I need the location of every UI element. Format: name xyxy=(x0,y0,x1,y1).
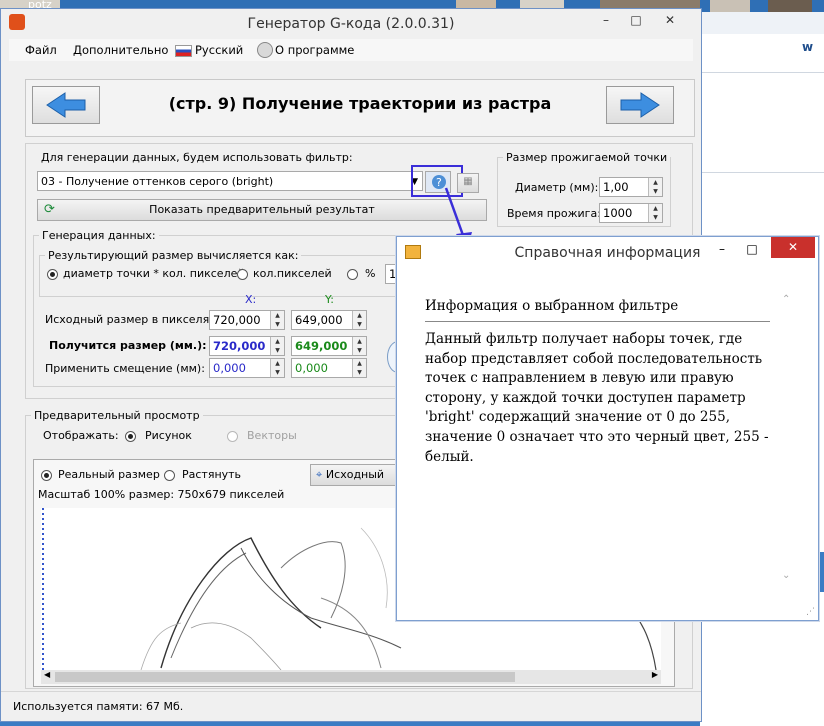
offset-x-field[interactable]: 0,000 ▲ ▼ xyxy=(209,358,285,378)
offset-x-value: 0,000 xyxy=(213,361,246,375)
divider xyxy=(425,321,770,322)
result-x-field[interactable]: 720,000 ▲ ▼ xyxy=(209,336,285,356)
source-button[interactable]: ⌖ Исходный xyxy=(310,464,400,486)
radio-point-diameter[interactable] xyxy=(47,269,58,280)
dialog-close-button[interactable]: ✕ xyxy=(771,237,815,258)
help-dialog: Справочная информация – □ ✕ Информация о… xyxy=(396,236,819,621)
filter-select-value: 03 - Получение оттенков серого (bright) xyxy=(41,175,274,188)
radio-stretch-label: Растянуть xyxy=(182,468,242,481)
back-button[interactable] xyxy=(32,86,100,124)
status-bar: Используется памяти: 67 Мб. xyxy=(1,691,701,720)
resize-grip-icon[interactable]: ⋰ xyxy=(806,607,815,617)
burn-time-stepper[interactable]: ▲ ▼ xyxy=(648,204,662,222)
source-size-label: Исходный размер в пикселях: xyxy=(45,313,220,326)
menu-file[interactable]: Файл xyxy=(25,43,57,57)
desktop-tile xyxy=(710,0,750,12)
memory-status: Используется памяти: 67 Мб. xyxy=(13,700,184,713)
dialog-title-bar: Справочная информация – □ ✕ xyxy=(397,237,818,267)
radio-vectors xyxy=(227,431,238,442)
diameter-label: Диаметр (мм): xyxy=(515,181,599,194)
scroll-down-icon[interactable]: ⌄ xyxy=(782,570,790,581)
diameter-stepper[interactable]: ▲ ▼ xyxy=(648,178,662,196)
dialog-maximize-button[interactable]: □ xyxy=(739,239,765,259)
scale-text: Масштаб 100% размер: 750x679 пикселей xyxy=(38,488,285,501)
horizontal-scrollbar[interactable]: ◀ ▶ xyxy=(41,670,661,684)
burn-time-field[interactable]: 1000 ▲ ▼ xyxy=(599,203,663,223)
radio-percent[interactable] xyxy=(347,269,358,280)
dialog-body-text: Данный фильтр получает наборы точек, где… xyxy=(425,331,769,465)
source-x-stepper: ▲ ▼ xyxy=(270,311,284,329)
radio-stretch[interactable] xyxy=(164,470,175,481)
title-bar: Генератор G-кода (2.0.0.31) – □ ✕ xyxy=(1,9,701,39)
close-button[interactable]: ✕ xyxy=(657,11,683,29)
preview-label: Предварительный просмотр xyxy=(31,409,203,422)
menu-language[interactable]: Русский xyxy=(195,43,243,57)
menu-extra[interactable]: Дополнительно xyxy=(73,43,168,57)
result-size-label: Результирующий размер вычисляется как: xyxy=(45,249,302,262)
fit-icon: ⌖ xyxy=(316,468,323,481)
result-x-value: 720,000 xyxy=(213,339,266,353)
result-mm-label: Получится размер (мм.): xyxy=(49,339,207,352)
radio-pixels-label: кол.пикселей xyxy=(253,267,332,280)
source-y-stepper: ▲ ▼ xyxy=(352,311,366,329)
about-icon xyxy=(257,42,273,58)
radio-vectors-label: Векторы xyxy=(247,429,297,442)
scroll-up-icon[interactable]: ⌃ xyxy=(782,294,790,305)
y-header: Y: xyxy=(325,293,334,306)
offset-y-field[interactable]: 0,000 ▲ ▼ xyxy=(291,358,367,378)
result-x-stepper[interactable]: ▲ ▼ xyxy=(270,337,284,355)
page-title: (стр. 9) Получение траектории из растра xyxy=(168,94,552,113)
forward-button[interactable] xyxy=(606,86,674,124)
refresh-icon: ⟳ xyxy=(44,202,55,217)
diameter-value: 1,00 xyxy=(603,180,629,194)
radio-point-diameter-label: диаметр точки * кол. пикселей xyxy=(63,267,245,280)
source-y-value: 649,000 xyxy=(295,313,343,327)
arrow-right-icon xyxy=(620,92,660,118)
result-y-value: 649,000 xyxy=(295,339,348,353)
radio-picture[interactable] xyxy=(125,431,136,442)
offset-y-value: 0,000 xyxy=(295,361,328,375)
scrollbar-thumb[interactable] xyxy=(55,672,515,682)
minimize-button[interactable]: – xyxy=(593,11,619,29)
radio-picture-label: Рисунок xyxy=(145,429,192,442)
source-x-field: 720,000 ▲ ▼ xyxy=(209,310,285,330)
radio-real-size-label: Реальный размер xyxy=(58,468,160,481)
background-text: w xyxy=(802,40,814,54)
radio-real-size[interactable] xyxy=(41,470,52,481)
result-y-stepper[interactable]: ▲ ▼ xyxy=(352,337,366,355)
source-button-label: Исходный xyxy=(325,468,385,481)
radio-percent-label: % xyxy=(365,267,376,280)
dialog-minimize-button[interactable]: – xyxy=(709,239,735,259)
dialog-scrollbar[interactable]: ⌃ ⌄ xyxy=(779,280,796,605)
scroll-right-icon[interactable]: ▶ xyxy=(652,670,658,679)
burn-time-label: Время прожига: xyxy=(507,207,601,220)
dialog-content: Информация о выбранном фильтре Данный фи… xyxy=(414,280,796,605)
maximize-button[interactable]: □ xyxy=(623,11,649,29)
offset-x-stepper[interactable]: ▲ ▼ xyxy=(270,359,284,377)
diameter-field[interactable]: 1,00 ▲ ▼ xyxy=(599,177,663,197)
show-preview-button[interactable]: ⟳ Показать предварительный результат xyxy=(37,199,487,221)
filter-select[interactable]: 03 - Получение оттенков серого (bright) … xyxy=(37,171,423,191)
flag-icon xyxy=(175,45,192,57)
desktop-tile xyxy=(768,0,812,12)
offset-y-stepper[interactable]: ▲ ▼ xyxy=(352,359,366,377)
x-header: X: xyxy=(245,293,257,306)
offset-label: Применить смещение (мм): xyxy=(45,362,205,375)
display-label: Отображать: xyxy=(43,429,119,442)
result-y-field[interactable]: 649,000 ▲ ▼ xyxy=(291,336,367,356)
source-x-value: 720,000 xyxy=(213,313,261,327)
arrow-left-icon xyxy=(46,92,86,118)
dialog-heading: Информация о выбранном фильтре xyxy=(425,298,679,314)
show-preview-label: Показать предварительный результат xyxy=(149,203,375,216)
burn-point-label: Размер прожигаемой точки xyxy=(503,151,671,164)
generation-label: Генерация данных: xyxy=(39,229,159,242)
scroll-left-icon[interactable]: ◀ xyxy=(44,670,50,679)
source-y-field: 649,000 ▲ ▼ xyxy=(291,310,367,330)
burn-time-value: 1000 xyxy=(603,206,633,220)
radio-pixels[interactable] xyxy=(237,269,248,280)
menu-about[interactable]: О программе xyxy=(275,43,354,57)
menu-bar: Файл Дополнительно Русский О программе xyxy=(9,39,693,61)
page-header: (стр. 9) Получение траектории из растра xyxy=(25,79,695,137)
filter-label: Для генерации данных, будем использовать… xyxy=(41,151,353,164)
